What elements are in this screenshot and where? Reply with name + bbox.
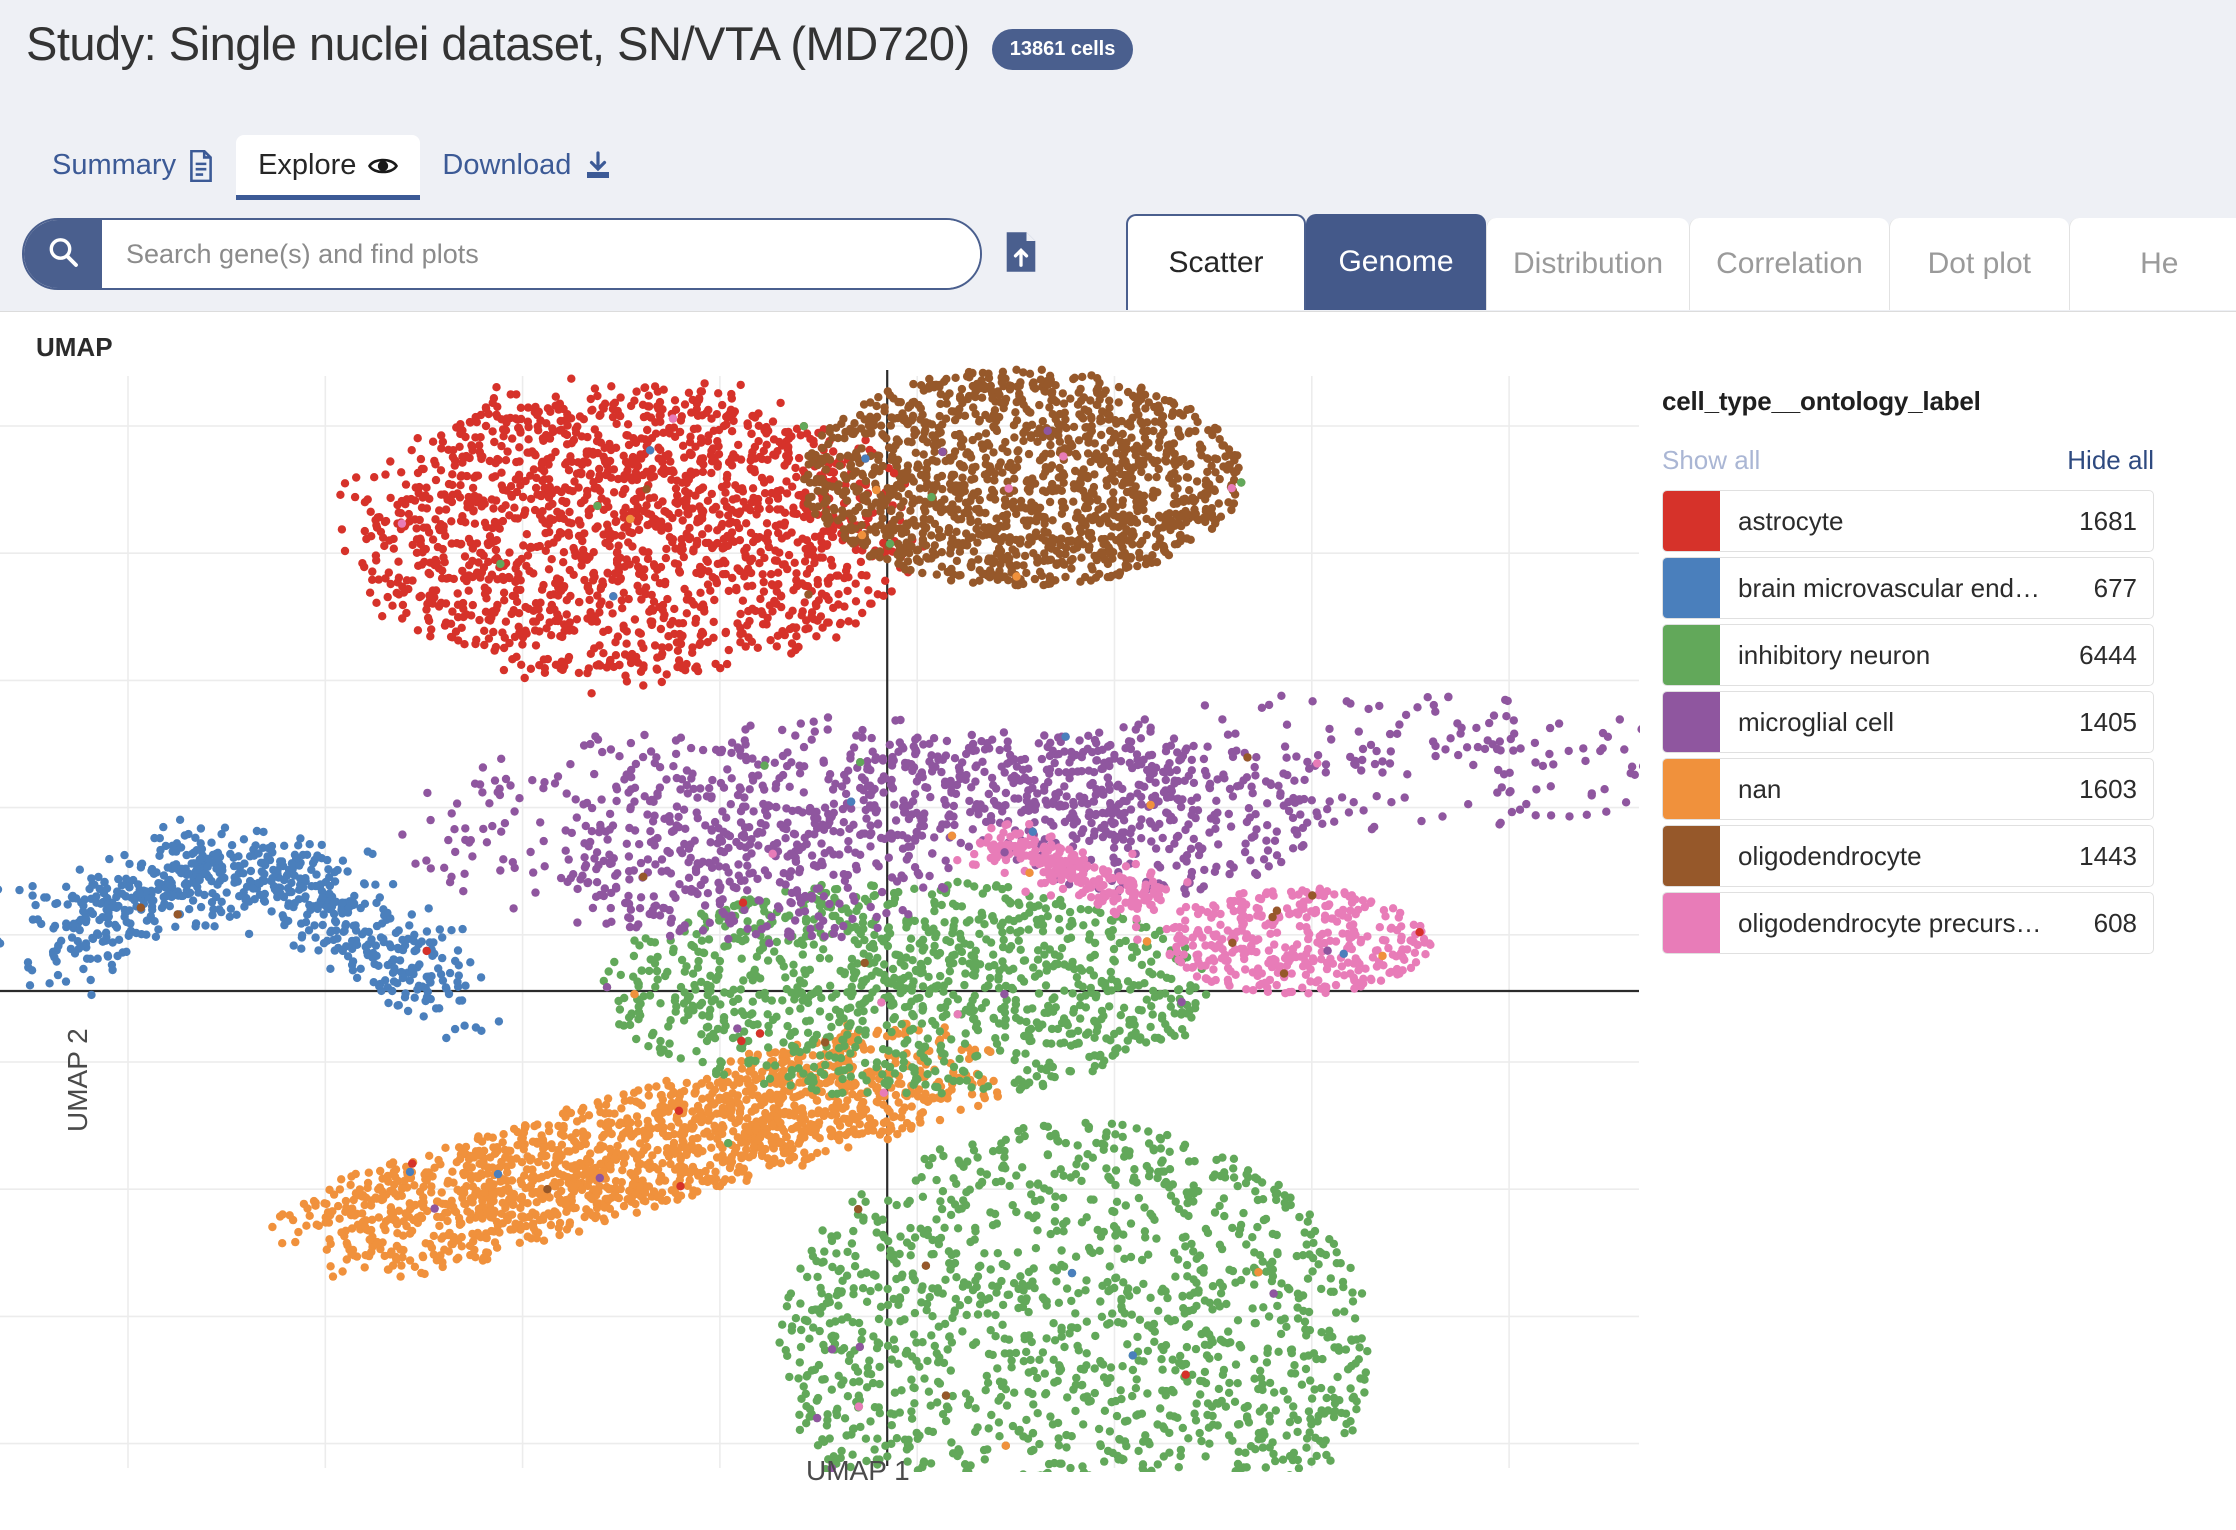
nav-tab-download[interactable]: Download [420, 135, 635, 200]
legend-item-label: brain microvascular end… [1738, 572, 2041, 603]
nav-tab-explore-label: Explore [258, 149, 357, 181]
legend-item-label: nan [1738, 773, 1782, 804]
tab-distribution[interactable]: Distribution [1486, 218, 1690, 310]
search-input[interactable] [102, 220, 980, 288]
legend-item-body: oligodendrocyte 1443 [1720, 826, 2153, 886]
legend-item-label: oligodendrocyte [1738, 840, 1922, 871]
tab-heatmap-label: He [2140, 247, 2179, 280]
tab-genome-label: Genome [1338, 245, 1454, 278]
legend-item-count: 608 [2093, 907, 2137, 938]
legend-item[interactable]: inhibitory neuron 6444 [1662, 624, 2154, 686]
legend-list: astrocyte 1681 brain microvascular end… 677… [1662, 490, 2154, 954]
tab-dot-plot[interactable]: Dot plot [1888, 218, 2069, 310]
x-axis-label: UMAP 1 [806, 1455, 910, 1486]
cell-count-badge: 13861 cells [991, 29, 1134, 70]
magnifier-icon [46, 235, 80, 274]
legend-item[interactable]: nan 1603 [1662, 758, 2154, 820]
legend-item-body: brain microvascular end… 677 [1720, 558, 2153, 618]
nav-tab-summary-label: Summary [52, 149, 177, 181]
umap-scatter-canvas[interactable] [0, 362, 1640, 1472]
tab-dot-plot-label: Dot plot [1927, 247, 2031, 280]
legend-item-label: microglial cell [1738, 706, 1895, 737]
legend-actions: Show all Hide all [1662, 445, 2154, 476]
legend-color-swatch [1663, 826, 1720, 886]
legend-item-count: 1603 [2079, 773, 2137, 804]
download-icon [583, 150, 613, 181]
nav-tab-download-label: Download [442, 149, 572, 181]
show-all-button[interactable]: Show all [1662, 445, 1760, 476]
legend-item[interactable]: oligodendrocyte 1443 [1662, 825, 2154, 887]
y-axis-label: UMAP 2 [62, 1028, 93, 1132]
search-row [22, 218, 1044, 290]
legend-item-body: nan 1603 [1720, 759, 2153, 819]
legend-item-body: astrocyte 1681 [1720, 491, 2153, 551]
legend-item-count: 6444 [2079, 639, 2137, 670]
search-button[interactable] [24, 220, 102, 288]
legend-item-label: oligodendrocyte precurs… [1738, 907, 2042, 938]
plot-type-tabs: Scatter Genome Distribution Correlation … [1126, 208, 2236, 310]
legend-panel: cell_type__ontology_label Show all Hide … [1662, 386, 2154, 959]
plot-title: UMAP [36, 332, 113, 362]
tab-scatter[interactable]: Scatter [1126, 214, 1306, 310]
nav-tab-explore[interactable]: Explore [236, 135, 421, 200]
legend-item-count: 1681 [2079, 505, 2137, 536]
legend-item[interactable]: astrocyte 1681 [1662, 490, 2154, 552]
legend-item[interactable]: oligodendrocyte precurs… 608 [1662, 892, 2154, 954]
hide-all-button[interactable]: Hide all [2067, 445, 2154, 476]
eye-icon [368, 153, 399, 179]
legend-item-body: inhibitory neuron 6444 [1720, 625, 2153, 685]
legend-color-swatch [1663, 893, 1720, 953]
page-header: Study: Single nuclei dataset, SN/VTA (MD… [0, 0, 2236, 311]
legend-item-count: 1405 [2079, 706, 2137, 737]
tab-correlation-label: Correlation [1716, 247, 1863, 280]
legend-item-body: microglial cell 1405 [1720, 692, 2153, 752]
legend-item[interactable]: microglial cell 1405 [1662, 691, 2154, 753]
legend-item-count: 1443 [2079, 840, 2137, 871]
upload-gene-list-button[interactable] [998, 226, 1044, 282]
legend-item-body: oligodendrocyte precurs… 608 [1720, 893, 2153, 953]
legend-color-swatch [1663, 491, 1720, 551]
legend-item[interactable]: brain microvascular end… 677 [1662, 557, 2154, 619]
tab-correlation[interactable]: Correlation [1689, 218, 1889, 310]
document-icon [188, 149, 214, 182]
study-title-row: Study: Single nuclei dataset, SN/VTA (MD… [26, 16, 1134, 71]
legend-color-swatch [1663, 759, 1720, 819]
legend-title: cell_type__ontology_label [1662, 386, 1981, 416]
legend-item-count: 677 [2093, 572, 2137, 603]
primary-nav: Summary Explore Download [30, 110, 635, 200]
tab-distribution-label: Distribution [1513, 247, 1664, 280]
search-box[interactable] [22, 218, 982, 290]
legend-color-swatch [1663, 625, 1720, 685]
tab-genome[interactable]: Genome [1306, 214, 1486, 310]
legend-color-swatch [1663, 558, 1720, 618]
tab-heatmap[interactable]: He [2068, 218, 2236, 310]
nav-tab-summary[interactable]: Summary [30, 135, 236, 200]
file-upload-icon [1003, 230, 1039, 279]
explore-page: Study: Single nuclei dataset, SN/VTA (MD… [0, 0, 2236, 1530]
legend-color-swatch [1663, 692, 1720, 752]
tab-scatter-label: Scatter [1168, 246, 1264, 279]
page-title: Study: Single nuclei dataset, SN/VTA (MD… [26, 17, 970, 70]
legend-item-label: astrocyte [1738, 505, 1844, 536]
legend-item-label: inhibitory neuron [1738, 639, 1931, 670]
